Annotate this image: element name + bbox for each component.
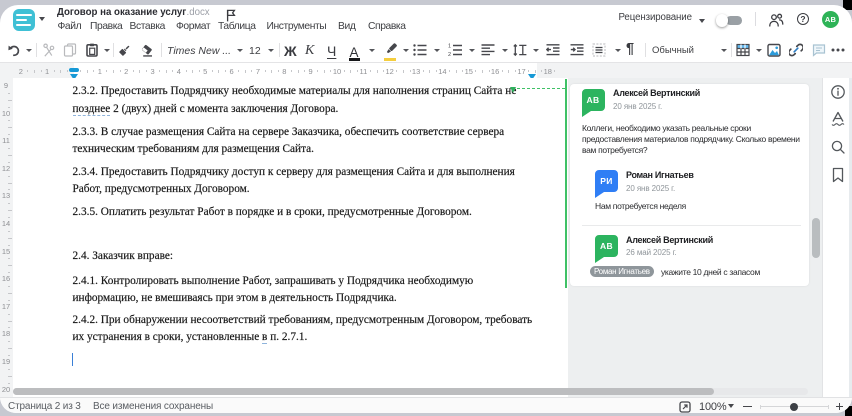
svg-text:1: 1 [448,44,451,50]
svg-text:2: 2 [448,52,451,57]
